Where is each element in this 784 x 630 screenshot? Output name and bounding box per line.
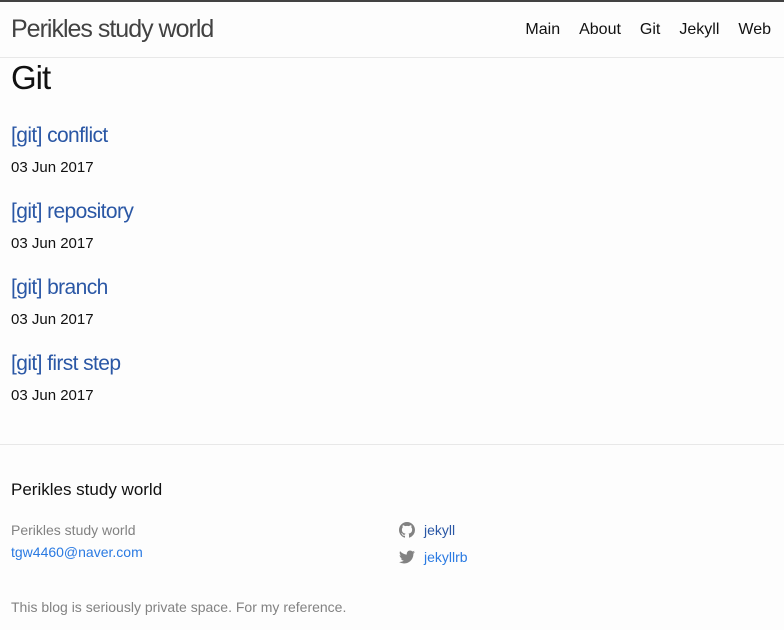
nav-link-web[interactable]: Web [738, 20, 771, 40]
github-link[interactable]: jekyll [424, 519, 455, 541]
nav-link-about[interactable]: About [579, 20, 621, 40]
list-item: [git] conflict 03 Jun 2017 [11, 121, 133, 197]
post-date: 03 Jun 2017 [11, 387, 94, 404]
github-icon [399, 522, 415, 538]
site-title-link[interactable]: Perikles study world [11, 15, 214, 43]
post-list: [git] conflict 03 Jun 2017 [git] reposit… [11, 121, 134, 425]
site-nav: Main About Git Jekyll Web [506, 20, 771, 40]
post-date: 03 Jun 2017 [11, 235, 94, 252]
post-link[interactable]: [git] conflict [11, 121, 133, 151]
site-footer: Perikles study world Perikles study worl… [0, 444, 784, 630]
footer-name: Perikles study world [11, 522, 136, 538]
nav-link-jekyll[interactable]: Jekyll [679, 20, 719, 40]
twitter-icon [399, 549, 415, 565]
nav-link-git[interactable]: Git [640, 20, 660, 40]
footer-social: jekyll jekyllrb [399, 519, 468, 573]
post-date: 03 Jun 2017 [11, 311, 94, 328]
footer-description: This blog is seriously private space. Fo… [11, 599, 347, 615]
footer-contact: Perikles study world tgw4460@naver.com [11, 519, 143, 563]
site-header: Perikles study world Main About Git Jeky… [0, 2, 784, 58]
post-date: 03 Jun 2017 [11, 159, 94, 176]
footer-heading: Perikles study world [11, 480, 163, 499]
social-github[interactable]: jekyll [399, 519, 468, 541]
list-item: [git] repository 03 Jun 2017 [11, 197, 134, 273]
post-link[interactable]: [git] first step [11, 349, 133, 379]
list-item: [git] branch 03 Jun 2017 [11, 273, 133, 349]
post-link[interactable]: [git] repository [11, 197, 134, 227]
twitter-link[interactable]: jekyllrb [424, 546, 468, 568]
footer-email-link[interactable]: tgw4460@naver.com [11, 541, 143, 563]
social-twitter[interactable]: jekyllrb [399, 546, 468, 568]
post-link[interactable]: [git] branch [11, 273, 133, 303]
list-item: [git] first step 03 Jun 2017 [11, 349, 133, 425]
nav-link-main[interactable]: Main [525, 20, 560, 40]
page-title: Git [11, 59, 51, 96]
